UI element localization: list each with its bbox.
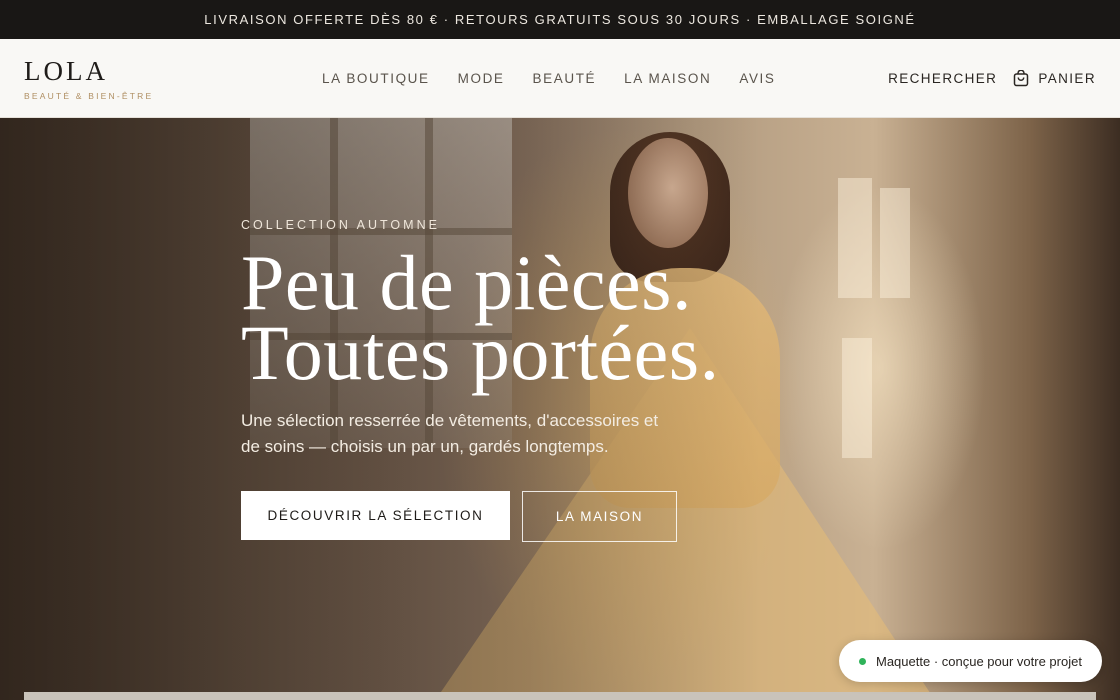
announcement-text: Livraison offerte dès 80 € · Retours gra… [204,12,916,27]
site-header: LOLA Beauté & Bien-être La boutique Mode… [0,39,1120,118]
cart-label: Panier [1038,71,1096,86]
la-maison-button[interactable]: La maison [522,491,677,542]
hero-banner: Collection automne Peu de pièces. Toutes… [0,118,1120,700]
badge-text: Maquette · conçue pour votre projet [876,653,1082,669]
hero-lede: Une sélection resserrée de vêtements, d'… [241,411,659,456]
brand-name: LOLA [24,56,108,86]
hero-ctas: Découvrir la sélection La maison [241,491,677,542]
status-dot-icon [859,657,866,665]
hero-headline-line-2: Toutes portées. [241,309,720,396]
hero-headline-line-1: Peu de pièces. [241,239,693,326]
brand-tagline: Beauté & Bien-être [24,91,154,101]
header-actions: Rechercher Panier [888,39,1096,118]
discover-selection-button[interactable]: Découvrir la sélection [241,491,510,540]
next-section-edge [24,692,1096,700]
nav-item-maison[interactable]: La maison [624,71,711,86]
shopping-bag-icon [1013,69,1029,87]
brand-logo[interactable]: LOLA Beauté & Bien-être [24,57,153,101]
nav-item-beaute[interactable]: Beauté [533,71,597,86]
hero-headline: Peu de pièces. Toutes portées. [241,239,801,396]
search-link[interactable]: Rechercher [888,71,997,86]
nav-item-mode[interactable]: Mode [458,71,505,86]
hero-eyebrow: Collection automne [241,218,440,232]
hero-content: Collection automne Peu de pièces. Toutes… [241,218,801,542]
nav-item-boutique[interactable]: La boutique [322,71,430,86]
cart-link[interactable]: Panier [1013,69,1096,87]
nav-item-avis[interactable]: Avis [739,71,775,86]
sunlight-patch [838,178,872,298]
mockup-badge[interactable]: Maquette · conçue pour votre projet [839,640,1102,682]
main-nav: La boutique Mode Beauté La maison Avis [322,39,776,118]
announcement-bar: Livraison offerte dès 80 € · Retours gra… [0,0,1120,39]
sunlight-patch [880,188,910,298]
